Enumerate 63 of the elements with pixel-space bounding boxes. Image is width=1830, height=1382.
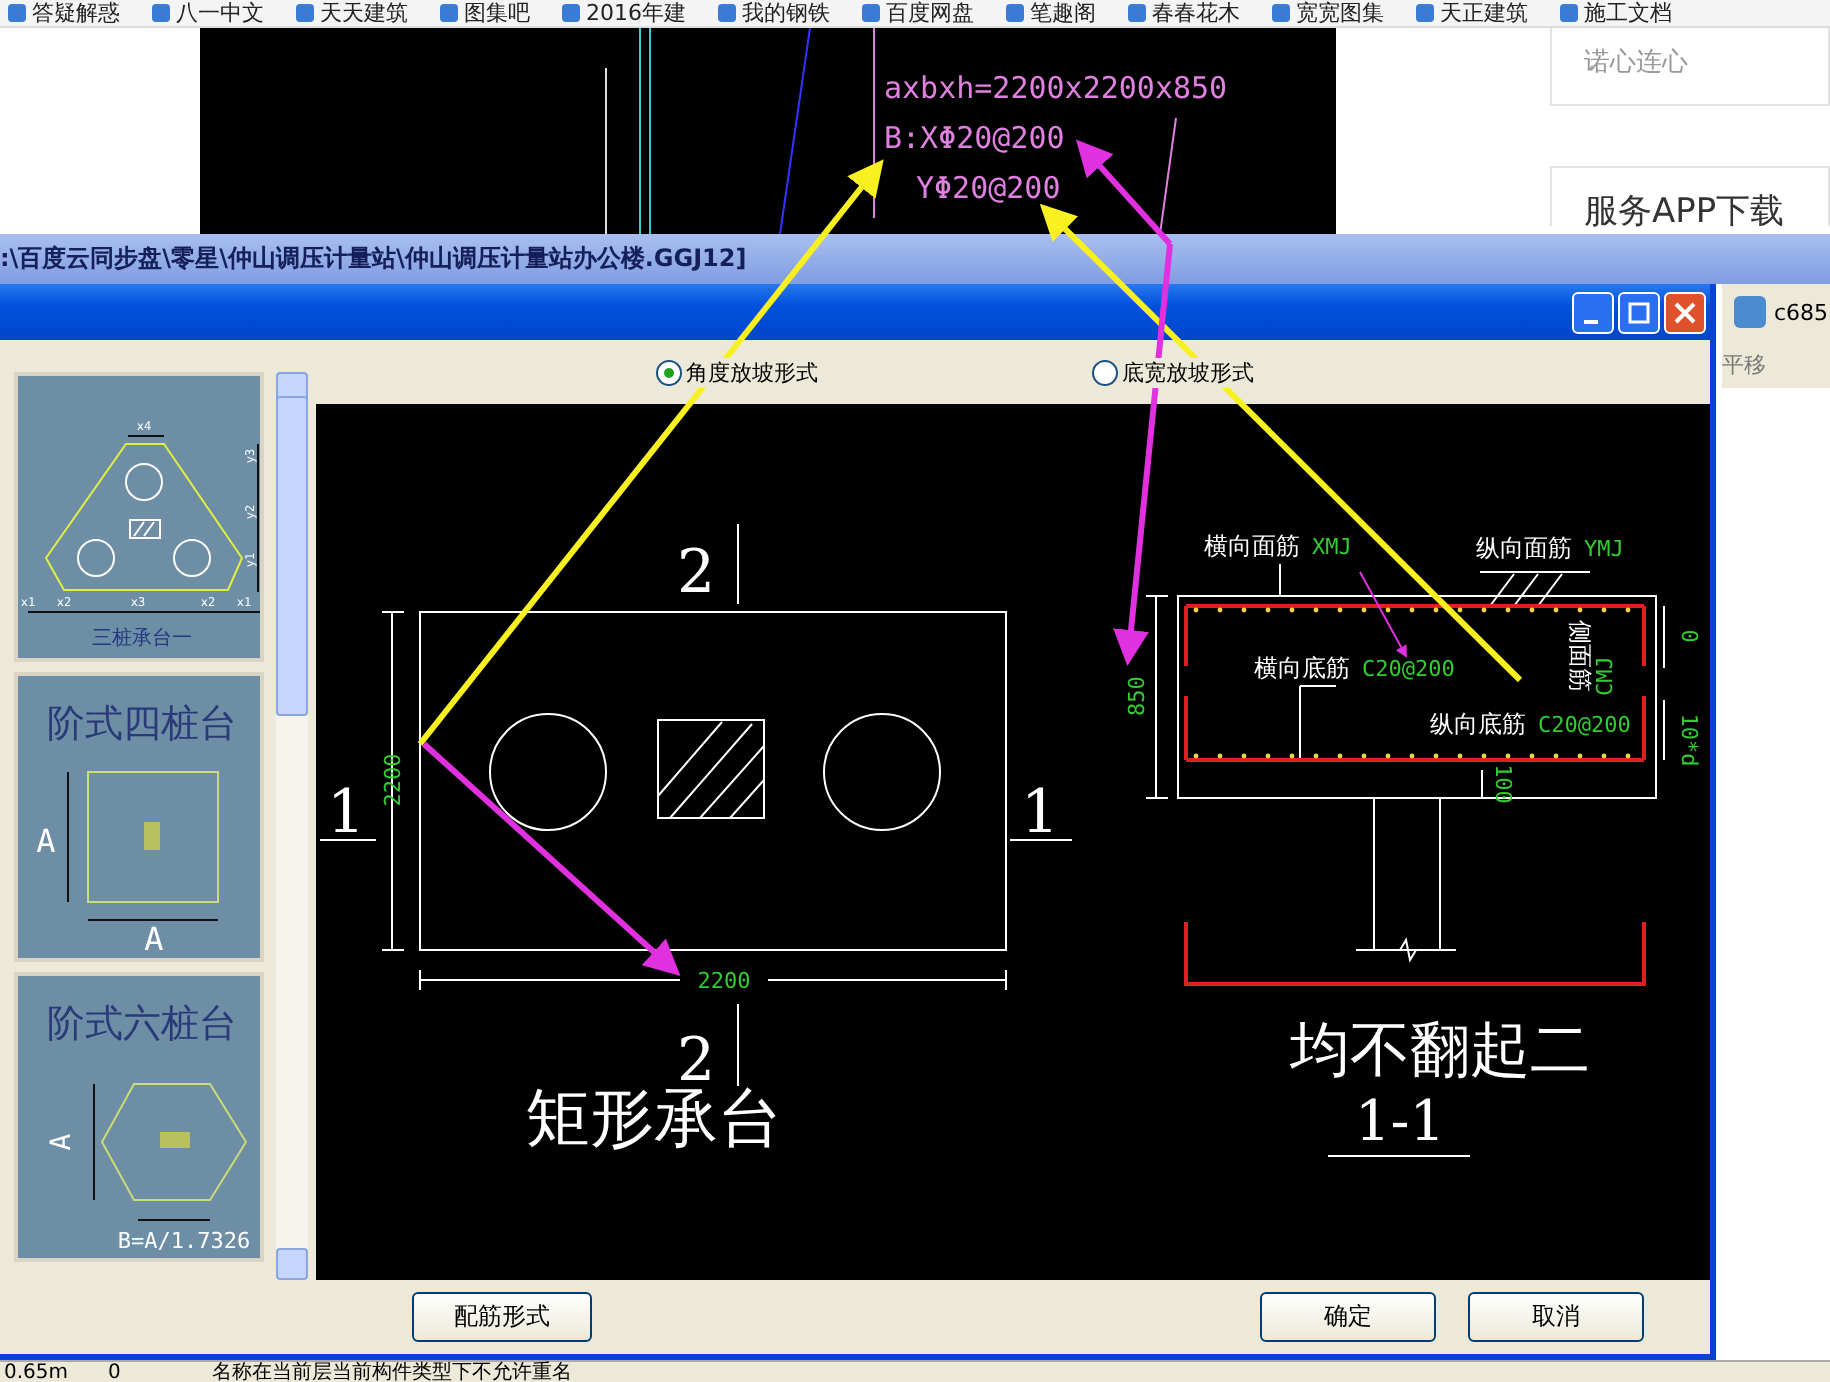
dimension-text: 0 — [1676, 629, 1702, 643]
thumbnail-title: 阶式四桩台 — [47, 702, 237, 746]
bookmark-link[interactable]: 八一中文 — [152, 0, 264, 26]
thumbnail-caption: 三桩承台一 — [92, 628, 192, 650]
user-icon — [1734, 296, 1766, 328]
rebar-code: YMJ — [1584, 536, 1624, 562]
section-mark: 1 — [326, 778, 366, 848]
section-mark: 2 — [676, 538, 716, 608]
section-mark: 1 — [1020, 778, 1060, 848]
bookmark-link[interactable]: 施工文档 — [1560, 0, 1672, 26]
bookmark-link[interactable]: 2016年建 — [562, 0, 686, 26]
bookmark-link[interactable]: 笔趣阁 — [1006, 0, 1096, 26]
radio-option[interactable]: 底宽放坡形式 — [1092, 357, 1254, 387]
dialog-button[interactable]: 取消 — [1468, 1292, 1644, 1342]
section-heading: 服务APP下载 — [1550, 166, 1830, 226]
dimension-text: 100 — [1490, 764, 1516, 804]
status-text: 0.65m — [2, 1362, 71, 1382]
rebar-spec-text: B:XΦ20@200 — [884, 120, 1065, 156]
rebar-label: 纵向底筋 — [1430, 710, 1526, 738]
dimension-text: 850 — [1124, 676, 1150, 716]
rebar-code: C20@200 — [1362, 656, 1455, 682]
maximize-icon — [1628, 301, 1650, 323]
minimize-button[interactable] — [1572, 291, 1614, 333]
bookmark-link[interactable]: 春春花木 — [1128, 0, 1240, 26]
minimize-icon — [1583, 319, 1597, 323]
thumbnail-title: 阶式六桩台 — [47, 1002, 237, 1046]
bookmark-link[interactable]: 天正建筑 — [1416, 0, 1528, 26]
thumbnail-label: A — [36, 822, 56, 860]
rebar-label: 横向面筋 — [1204, 532, 1300, 560]
dialog-button[interactable]: 确定 — [1260, 1292, 1436, 1342]
rebar-code: C20@200 — [1538, 712, 1631, 738]
thumbnail-label: A — [46, 1133, 78, 1151]
web-card: 诺心连心 — [1550, 28, 1830, 106]
dimension-text: 10*d — [1676, 713, 1702, 767]
rebar-label: 横向底筋 — [1254, 654, 1350, 682]
user-name: c685 — [1774, 299, 1829, 325]
rebar-label: 侧面筋 — [1566, 620, 1594, 692]
bookmark-link[interactable]: 我的钢铁 — [718, 0, 830, 26]
status-text: 名称在当前层当前构件类型下不允许重名 — [210, 1362, 572, 1382]
close-icon — [1674, 301, 1696, 323]
window-title: :\百度云同步盘\零星\仲山调压计量站\仲山调压计量站办公楼.GGJ12] — [0, 234, 1830, 284]
status-text: 0 — [106, 1362, 123, 1382]
scrollbar[interactable] — [276, 372, 308, 1280]
radio-option[interactable]: 角度放坡形式 — [656, 357, 818, 387]
rebar-code: CMJ — [1592, 656, 1618, 696]
section-label: 1-1 — [1354, 1088, 1446, 1154]
rebar-spec-text: axbxh=2200x2200x850 — [884, 70, 1228, 106]
bookmark-link[interactable]: 图集吧 — [440, 0, 530, 26]
bookmark-link[interactable]: 天天建筑 — [296, 0, 408, 26]
bookmark-link[interactable]: 宽宽图集 — [1272, 0, 1384, 26]
maximize-button[interactable] — [1618, 291, 1660, 333]
rebar-code: XMJ — [1312, 534, 1352, 560]
thumbnail-label: B=A/1.7326 — [117, 1228, 251, 1254]
rebar-label: 纵向面筋 — [1476, 534, 1572, 562]
bookmark-link[interactable]: 答疑解惑 — [8, 0, 120, 26]
dimension-text: 2200 — [380, 753, 406, 807]
drawing-title: 均不翻起二 — [1290, 1016, 1590, 1086]
dimension-text: 2200 — [697, 968, 751, 994]
close-button[interactable] — [1664, 291, 1706, 333]
rebar-spec-text: YΦ20@200 — [916, 170, 1061, 206]
bookmark-link[interactable]: 百度网盘 — [862, 0, 974, 26]
dialog-button[interactable]: 配筋形式 — [412, 1292, 592, 1342]
thumbnail-label: A — [144, 920, 164, 958]
